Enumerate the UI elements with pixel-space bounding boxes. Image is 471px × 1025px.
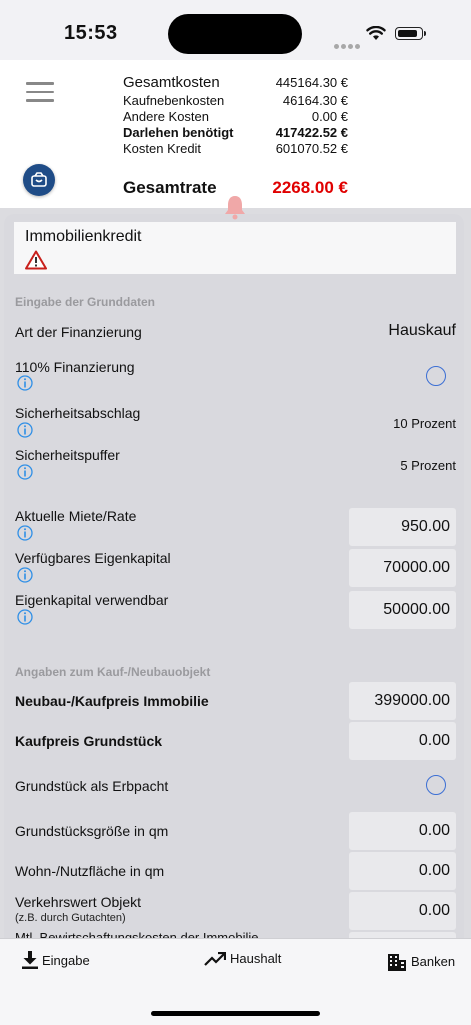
- title-box: Immobilienkredit: [14, 222, 456, 274]
- eigenkapital-label: Verfügbares Eigenkapital: [15, 550, 171, 566]
- section-heading-kaufobjekt: Angaben zum Kauf-/Neubauobjekt: [15, 665, 211, 679]
- status-time: 15:53: [64, 22, 118, 44]
- signal-icon: [334, 36, 362, 54]
- sicherheitspuffer-value[interactable]: 5 Prozent: [400, 458, 456, 473]
- erbpacht-label: Grundstück als Erbpacht: [15, 778, 169, 794]
- form-scroll-area[interactable]: Immobilienkredit Eingabe der Grunddaten …: [0, 208, 471, 938]
- verkehrswert-input[interactable]: 0.00: [349, 892, 456, 930]
- tab-label: Haushalt: [230, 951, 282, 966]
- wohnflaeche-input[interactable]: 0.00: [349, 852, 456, 890]
- bewirtschaftung-label: Mtl. Bewirtschaftungskosten der Immobili…: [15, 930, 259, 938]
- dynamic-island: [168, 14, 302, 54]
- summary-value: 601070.52 €: [275, 141, 348, 156]
- sicherheitspuffer-label: Sicherheitspuffer: [15, 447, 120, 463]
- download-icon: [22, 951, 38, 969]
- groesse-label: Grundstücksgröße in qm: [15, 823, 169, 839]
- eigenkapital-input[interactable]: 70000.00: [349, 549, 456, 587]
- tab-haushalt[interactable]: Haushalt: [204, 951, 281, 966]
- sicherheitsabschlag-label: Sicherheitsabschlag: [15, 405, 141, 421]
- piggy-bank-button[interactable]: [23, 164, 55, 196]
- tab-label: Banken: [411, 953, 456, 969]
- summary-value: 445164.30 €: [275, 75, 348, 90]
- battery-icon: [395, 27, 426, 40]
- info-icon[interactable]: [17, 609, 33, 625]
- info-icon[interactable]: [17, 525, 33, 541]
- summary-label: Gesamtkosten: [123, 74, 220, 91]
- info-icon[interactable]: [17, 567, 33, 583]
- status-bar: 15:53: [0, 0, 471, 60]
- summary-label: Kosten Kredit: [123, 141, 202, 156]
- building-icon: [388, 954, 406, 971]
- summary-row-gesamtkosten: Gesamtkosten 445164.30 €: [123, 74, 348, 91]
- warning-triangle-icon: [25, 250, 47, 270]
- verkehrswert-label: Verkehrswert Objekt: [15, 894, 142, 910]
- summary-row-kaufnebenkosten: Kaufnebenkosten 46164.30 €: [123, 93, 348, 108]
- grundstueck-label: Kaufpreis Grundstück: [15, 733, 163, 749]
- wohnflaeche-label: Wohn-/Nutzfläche in qm: [15, 863, 165, 879]
- summary-label: Darlehen benötigt: [123, 125, 234, 140]
- summary-row-darlehen: Darlehen benötigt 417422.52 €: [123, 125, 348, 140]
- info-icon[interactable]: [17, 375, 33, 391]
- miete-input[interactable]: 950.00: [349, 508, 456, 546]
- hamburger-menu-icon[interactable]: [26, 82, 54, 102]
- erbpacht-radio[interactable]: [426, 775, 446, 795]
- verkehrswert-sublabel: (z.B. durch Gutachten): [15, 912, 126, 924]
- f110-radio[interactable]: [426, 366, 446, 386]
- summary-row-andere-kosten: Andere Kosten 0.00 €: [123, 109, 348, 124]
- art-finanzierung-label: Art der Finanzierung: [15, 324, 142, 340]
- home-indicator: [151, 1011, 320, 1016]
- summary-row-kosten-kredit: Kosten Kredit 601070.52 €: [123, 141, 348, 156]
- summary-label: Kaufnebenkosten: [123, 93, 225, 108]
- bell-icon[interactable]: [223, 194, 247, 220]
- summary-label: Andere Kosten: [123, 109, 210, 124]
- piggy-bank-icon: [31, 172, 47, 187]
- kaufpreis-label: Neubau-/Kaufpreis Immobilie: [15, 693, 209, 709]
- art-finanzierung-value[interactable]: Hauskauf: [388, 322, 456, 340]
- sicherheitsabschlag-value[interactable]: 10 Prozent: [393, 416, 456, 431]
- kaufpreis-input[interactable]: 399000.00: [349, 682, 456, 720]
- info-icon[interactable]: [17, 464, 33, 480]
- summary-value: 46164.30 €: [282, 93, 348, 108]
- section-heading-grunddaten: Eingabe der Grunddaten: [15, 295, 156, 309]
- tab-eingabe[interactable]: Eingabe: [22, 951, 90, 969]
- wifi-icon: [366, 26, 386, 40]
- miete-label: Aktuelle Miete/Rate: [15, 508, 137, 524]
- groesse-input[interactable]: 0.00: [349, 812, 456, 850]
- tab-label: Eingabe: [42, 952, 90, 968]
- summary-value: 0.00 €: [311, 109, 348, 124]
- page-title: Immobilienkredit: [25, 228, 142, 245]
- grundstueck-input[interactable]: 0.00: [349, 722, 456, 760]
- cost-summary-header: Gesamtkosten 445164.30 € Kaufnebenkosten…: [0, 60, 471, 208]
- tab-bar: Eingabe Haushalt Banken: [0, 938, 471, 1025]
- info-icon[interactable]: [17, 422, 33, 438]
- gesamtrate-value: 2268.00 €: [272, 178, 348, 197]
- f110-label: 110% Finanzierung: [15, 359, 135, 375]
- gesamtrate-label: Gesamtrate: [123, 178, 217, 197]
- ek-verwendbar-label: Eigenkapital verwendbar: [15, 592, 169, 608]
- ek-verwendbar-input[interactable]: 50000.00: [349, 591, 456, 629]
- tab-banken[interactable]: Banken: [387, 951, 455, 971]
- summary-value: 417422.52 €: [275, 125, 348, 140]
- trend-up-icon: [204, 951, 226, 966]
